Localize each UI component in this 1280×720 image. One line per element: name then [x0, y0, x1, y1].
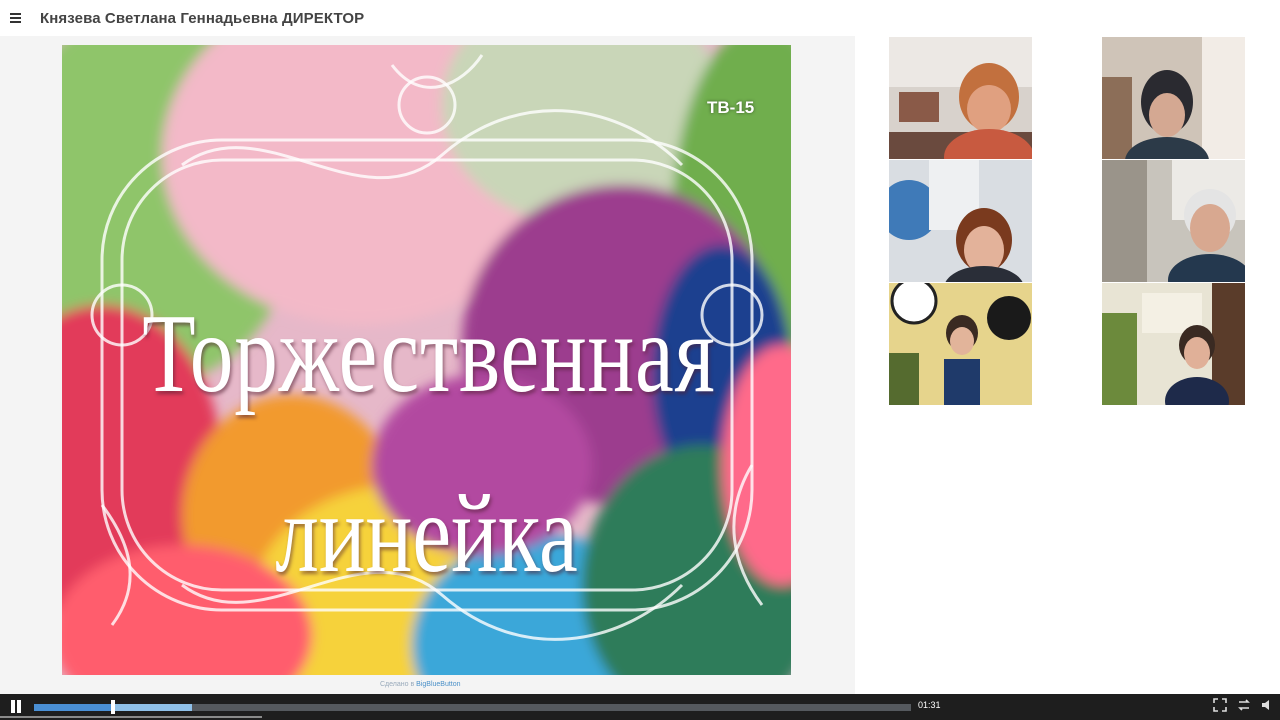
- progress-underline: [0, 716, 262, 718]
- slide-credit: Сделано в BigBlueButton: [380, 681, 461, 688]
- pause-button[interactable]: [9, 700, 23, 714]
- channel-badge: ТВ-15: [707, 98, 755, 117]
- presentation-slide: Торжественная линейка ТВ-15: [62, 45, 791, 675]
- credit-prefix: Сделано в: [380, 681, 415, 688]
- participant-video-2[interactable]: [1102, 37, 1245, 159]
- progress-scrubber[interactable]: [110, 700, 115, 714]
- participant-video-3[interactable]: [889, 160, 1032, 282]
- participant-video-icon: [1102, 283, 1245, 405]
- participant-video-icon: [1102, 37, 1245, 159]
- presenter-name: Князева Светлана Геннадьевна ДИРЕКТОР: [40, 9, 365, 27]
- credit-app-name: BigBlueButton: [416, 681, 461, 688]
- volume-button[interactable]: [1259, 698, 1273, 712]
- slide-title-line-2: линейка: [275, 472, 578, 596]
- hamburger-menu-button[interactable]: [0, 0, 30, 36]
- top-bar: Князева Светлана Геннадьевна ДИРЕКТОР: [0, 0, 1280, 36]
- participant-video-5[interactable]: [889, 283, 1032, 405]
- participant-video-icon: [889, 37, 1032, 159]
- participant-video-icon: [889, 283, 1032, 405]
- menu-icon: [9, 13, 21, 23]
- pause-icon: [11, 700, 15, 713]
- swap-layout-icon: [1238, 699, 1250, 711]
- playback-time: 01:31: [918, 700, 941, 710]
- swap-layout-button[interactable]: [1237, 698, 1251, 712]
- participant-video-4[interactable]: [1102, 160, 1245, 282]
- volume-icon: [1262, 700, 1269, 710]
- fullscreen-button[interactable]: [1213, 698, 1227, 712]
- participant-video-1[interactable]: [889, 37, 1032, 159]
- progress-played: [34, 704, 113, 711]
- participant-video-icon: [889, 160, 1032, 282]
- participant-video-6[interactable]: [1102, 283, 1245, 405]
- participant-video-icon: [1102, 160, 1245, 282]
- progress-buffered: [112, 704, 192, 711]
- fullscreen-icon: [1213, 698, 1227, 712]
- slide-title-line-1: Торжественная: [142, 292, 716, 416]
